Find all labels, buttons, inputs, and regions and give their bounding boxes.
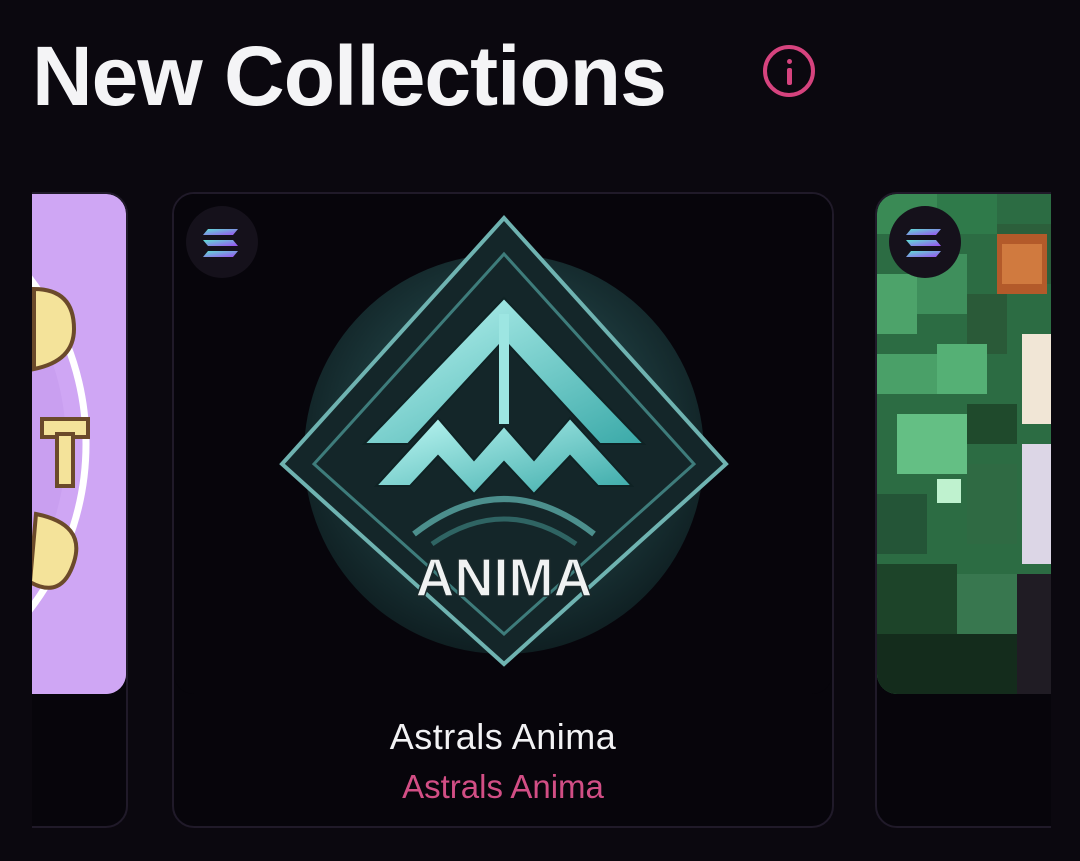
section-title: New Collections xyxy=(32,29,667,123)
new-collections-section: New Collections ANIMA Astrals Anima Astr… xyxy=(0,0,1080,861)
collection-card[interactable]: ANIMA Astrals Anima Astrals Anima xyxy=(172,192,834,828)
solana-icon xyxy=(889,206,961,278)
collection-card-previous[interactable] xyxy=(32,192,128,828)
info-icon[interactable] xyxy=(763,45,815,97)
collection-artwork: ANIMA xyxy=(174,194,832,694)
info-icon-bar xyxy=(787,68,792,85)
collection-card-next[interactable] xyxy=(875,192,1051,828)
collection-image xyxy=(32,194,126,694)
artwork-wordmark: ANIMA xyxy=(416,548,593,608)
info-icon-dot xyxy=(787,59,792,64)
collection-name: Astrals Anima xyxy=(389,716,617,757)
collection-subtitle: Astrals Anima xyxy=(402,768,604,805)
collection-image: ANIMA xyxy=(174,194,832,694)
solana-icon xyxy=(186,206,258,278)
collections-carousel[interactable]: ANIMA Astrals Anima Astrals Anima xyxy=(32,192,1051,832)
collection-artwork xyxy=(32,194,126,694)
